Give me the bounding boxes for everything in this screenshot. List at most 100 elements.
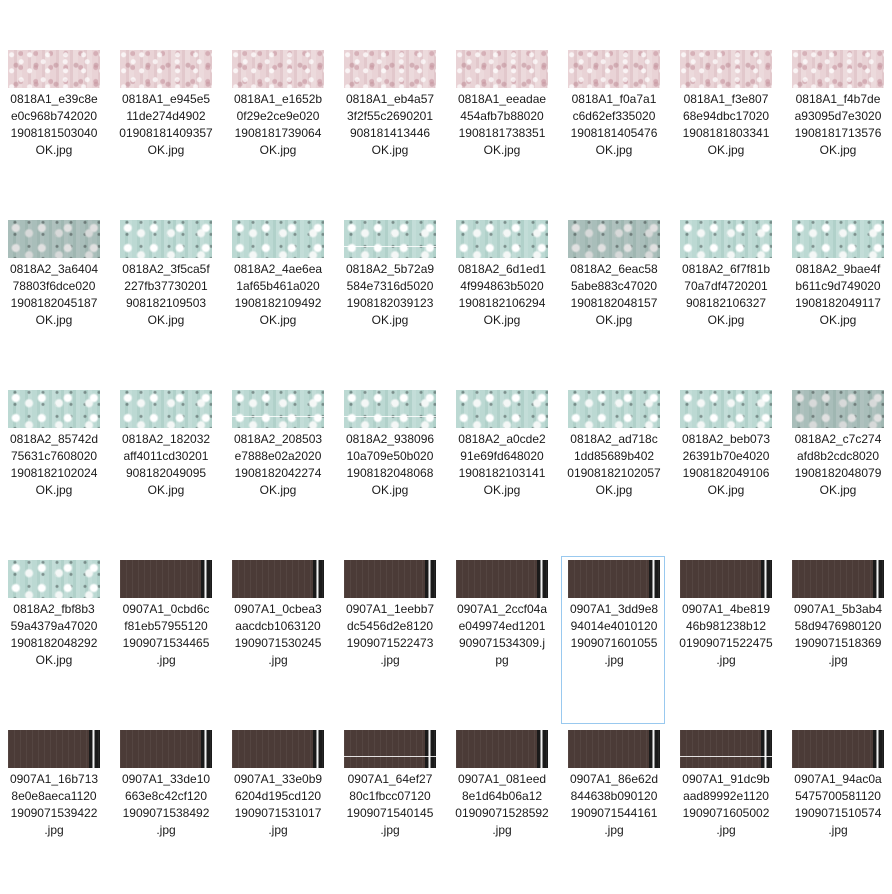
file-name-line: 94014e4010120 (570, 619, 658, 633)
file-name-line: c6d62ef335020 (572, 109, 656, 123)
file-item[interactable]: 0907A1_0cbd6c f81eb57955120 1909071534465.… (113, 556, 217, 724)
file-name: 0818A1_e945e5 11de274d4902 01908181409357 O… (114, 91, 218, 159)
file-item[interactable]: 0907A1_1eebb7 dc5456d2e8120 1909071522473.… (337, 556, 441, 724)
file-item[interactable]: 0907A1_081eed 8e1d64b06a12 01909071528592.… (449, 726, 553, 894)
file-name-line: 1908182045187 (10, 296, 98, 310)
file-name-line: 1908182039123 (346, 296, 434, 310)
file-name-line: 0907A1_33e0b9 (233, 772, 323, 786)
file-name-line: .jpg (380, 823, 400, 837)
file-item[interactable]: 0818A2_6d1ed1 4f994863b5020 1908182106294 O… (449, 216, 553, 384)
file-name-line: 454afb7b88020 (460, 109, 544, 123)
file-item[interactable]: 0818A2_4ae6ea 1af65b461a020 1908182109492 O… (225, 216, 329, 384)
file-thumbnail (120, 560, 212, 598)
file-name: 0818A1_eeadae 454afb7b88020 1908181738351 O… (450, 91, 554, 159)
file-thumbnail (232, 560, 324, 598)
file-name-line: 908182109503 (125, 296, 207, 310)
file-name: 0818A2_938096 10a709e50b020 1908182048068 O… (338, 431, 442, 499)
file-name-line: 0907A1_94ac0a (794, 772, 882, 786)
file-name-line: OK.jpg (371, 143, 409, 157)
file-thumbnail (120, 50, 212, 88)
file-name-line: 46b981238b12 (685, 619, 767, 633)
file-item[interactable]: 0907A1_64ef27 80c1fbcc07120 1909071540145.… (337, 726, 441, 894)
file-item[interactable]: 0907A1_2ccf04a e049974ed1201 909071534309.… (449, 556, 553, 724)
file-item[interactable]: 0818A2_3f5ca5f 227fb37730201 908182109503 O… (113, 216, 217, 384)
file-name-line: 80c1fbcc07120 (349, 789, 431, 803)
file-thumbnail (568, 560, 660, 598)
file-item[interactable]: 0818A2_c7c274 afd8b2cdc8020 1908182048079 O… (785, 386, 889, 554)
file-item[interactable]: 0818A1_e945e5 11de274d4902 01908181409357 O… (113, 46, 217, 214)
file-name-line: 1909071544161 (570, 806, 658, 820)
file-name: 0907A1_16b713 8e0e8aeca1120 1909071539422.… (2, 771, 106, 839)
file-name-line: .jpg (604, 823, 624, 837)
file-item[interactable]: 0818A2_5b72a9 584e7316d5020 1908182039123 O… (337, 216, 441, 384)
file-item[interactable]: 0818A2_85742d 75631c7608020 1908182102024 O… (1, 386, 105, 554)
file-name-line: .jpg (716, 823, 736, 837)
file-name-line: OK.jpg (35, 313, 73, 327)
file-name-line: OK.jpg (819, 483, 857, 497)
file-item[interactable]: 0818A1_eb4a57 3f2f55c2690201 908181413446 O… (337, 46, 441, 214)
file-item[interactable]: 0907A1_5b3ab4 58d9476980120 1909071518369.… (785, 556, 889, 724)
file-name-line: pg (495, 653, 509, 667)
file-name-line: .jpg (156, 653, 176, 667)
file-thumbnail (344, 390, 436, 428)
file-name-line: 1908181738351 (458, 126, 546, 140)
file-name-line: 59a4379a47020 (10, 619, 98, 633)
file-item[interactable]: 0818A2_6eac58 5abe883c47020 1908182048157 O… (561, 216, 665, 384)
file-thumbnail (456, 390, 548, 428)
file-name-line: 1908181713576 (794, 126, 882, 140)
file-item[interactable]: 0818A1_f3e807 68e94dbc17020 1908181803341 O… (673, 46, 777, 214)
file-item[interactable]: 0907A1_3dd9e8 94014e4010120 1909071601055.… (561, 556, 665, 724)
file-item[interactable]: 0818A2_182032 aff4011cd30201 908182049095 O… (113, 386, 217, 554)
file-item[interactable]: 0818A2_6f7f81b 70a7df4720201 908182106327 O… (673, 216, 777, 384)
file-item[interactable]: 0907A1_86e62d 844638b090120 1909071544161.… (561, 726, 665, 894)
file-item[interactable]: 0907A1_16b713 8e0e8aeca1120 1909071539422.… (1, 726, 105, 894)
file-thumbnail (8, 220, 100, 258)
file-name-line: .jpg (716, 653, 736, 667)
file-name-line: 11de274d4902 (126, 109, 206, 123)
file-name-line: 844638b090120 (570, 789, 658, 803)
file-thumbnail (344, 560, 436, 598)
file-name-line: aff4011cd30201 (123, 449, 209, 463)
file-name: 0907A1_081eed 8e1d64b06a12 01909071528592.… (450, 771, 554, 839)
file-name-line: 78803f6dce020 (12, 279, 96, 293)
file-name: 0818A2_beb073 26391b70e4020 1908182049106 O… (674, 431, 778, 499)
file-item[interactable]: 0818A2_beb073 26391b70e4020 1908182049106 O… (673, 386, 777, 554)
file-name-line: 1909071522473 (346, 636, 434, 650)
file-item[interactable]: 0907A1_33de10 663e8c42cf120 1909071538492.… (113, 726, 217, 894)
file-item[interactable]: 0907A1_91dc9b aad89992e1120 1909071605002.… (673, 726, 777, 894)
file-name-line: OK.jpg (259, 143, 297, 157)
file-name-line: 0818A2_208503 (233, 432, 323, 446)
file-item[interactable]: 0818A2_9bae4f b611c9d749020 1908182049117 O… (785, 216, 889, 384)
file-item[interactable]: 0818A2_938096 10a709e50b020 1908182048068 O… (337, 386, 441, 554)
file-item[interactable]: 0907A1_94ac0a 5475700581120 1909071510574.… (785, 726, 889, 894)
file-item[interactable]: 0818A2_208503 e7888e02a2020 1908182042274 O… (225, 386, 329, 554)
file-name: 0818A2_9bae4f b611c9d749020 1908182049117 O… (786, 261, 890, 329)
file-item[interactable]: 0818A2_fbf8b3 59a4379a47020 1908182048292 O… (1, 556, 105, 724)
file-name-line: OK.jpg (147, 313, 185, 327)
file-name-line: 0818A2_c7c274 (794, 432, 882, 446)
file-name-line: 0818A2_6d1ed1 (457, 262, 547, 276)
file-name-line: OK.jpg (371, 483, 409, 497)
file-item[interactable]: 0818A2_a0cde2 91e69fd648020 1908182103141 O… (449, 386, 553, 554)
file-item[interactable]: 0818A1_e39c8e e0c968b742020 1908181503040 O… (1, 46, 105, 214)
file-item[interactable]: 0818A1_f0a7a1 c6d62ef335020 1908181405476 O… (561, 46, 665, 214)
file-name-line: 3f2f55c2690201 (346, 109, 434, 123)
file-name: 0818A2_3a6404 78803f6dce020 1908182045187 O… (2, 261, 106, 329)
file-name-line: 227fb37730201 (124, 279, 208, 293)
file-item[interactable]: 0907A1_33e0b9 6204d195cd120 1909071531017.… (225, 726, 329, 894)
file-name-line: 1dd85689b402 (573, 449, 655, 463)
file-thumbnail (456, 560, 548, 598)
file-item[interactable]: 0818A2_ad718c 1dd85689b402 01908182102057 O… (561, 386, 665, 554)
file-grid: 0818A1_e39c8e e0c968b742020 1908181503040 O… (0, 0, 892, 845)
file-item[interactable]: 0818A1_f4b7de a93095d7e3020 1908181713576 O… (785, 46, 889, 214)
file-name-line: .jpg (268, 653, 288, 667)
file-name-line: .jpg (604, 653, 624, 667)
file-item[interactable]: 0818A1_e1652b 0f29e2ce9e020 1908181739064 O… (225, 46, 329, 214)
file-thumbnail (120, 220, 212, 258)
file-item[interactable]: 0907A1_4be819 46b981238b12 01909071522475.… (673, 556, 777, 724)
file-item[interactable]: 0907A1_0cbea3 aacdcb1063120 1909071530245.… (225, 556, 329, 724)
file-item[interactable]: 0818A2_3a6404 78803f6dce020 1908182045187 O… (1, 216, 105, 384)
file-name-line: 0907A1_2ccf04a (456, 602, 548, 616)
file-item[interactable]: 0818A1_eeadae 454afb7b88020 1908181738351 O… (449, 46, 553, 214)
file-name-line: 0907A1_16b713 (9, 772, 99, 786)
